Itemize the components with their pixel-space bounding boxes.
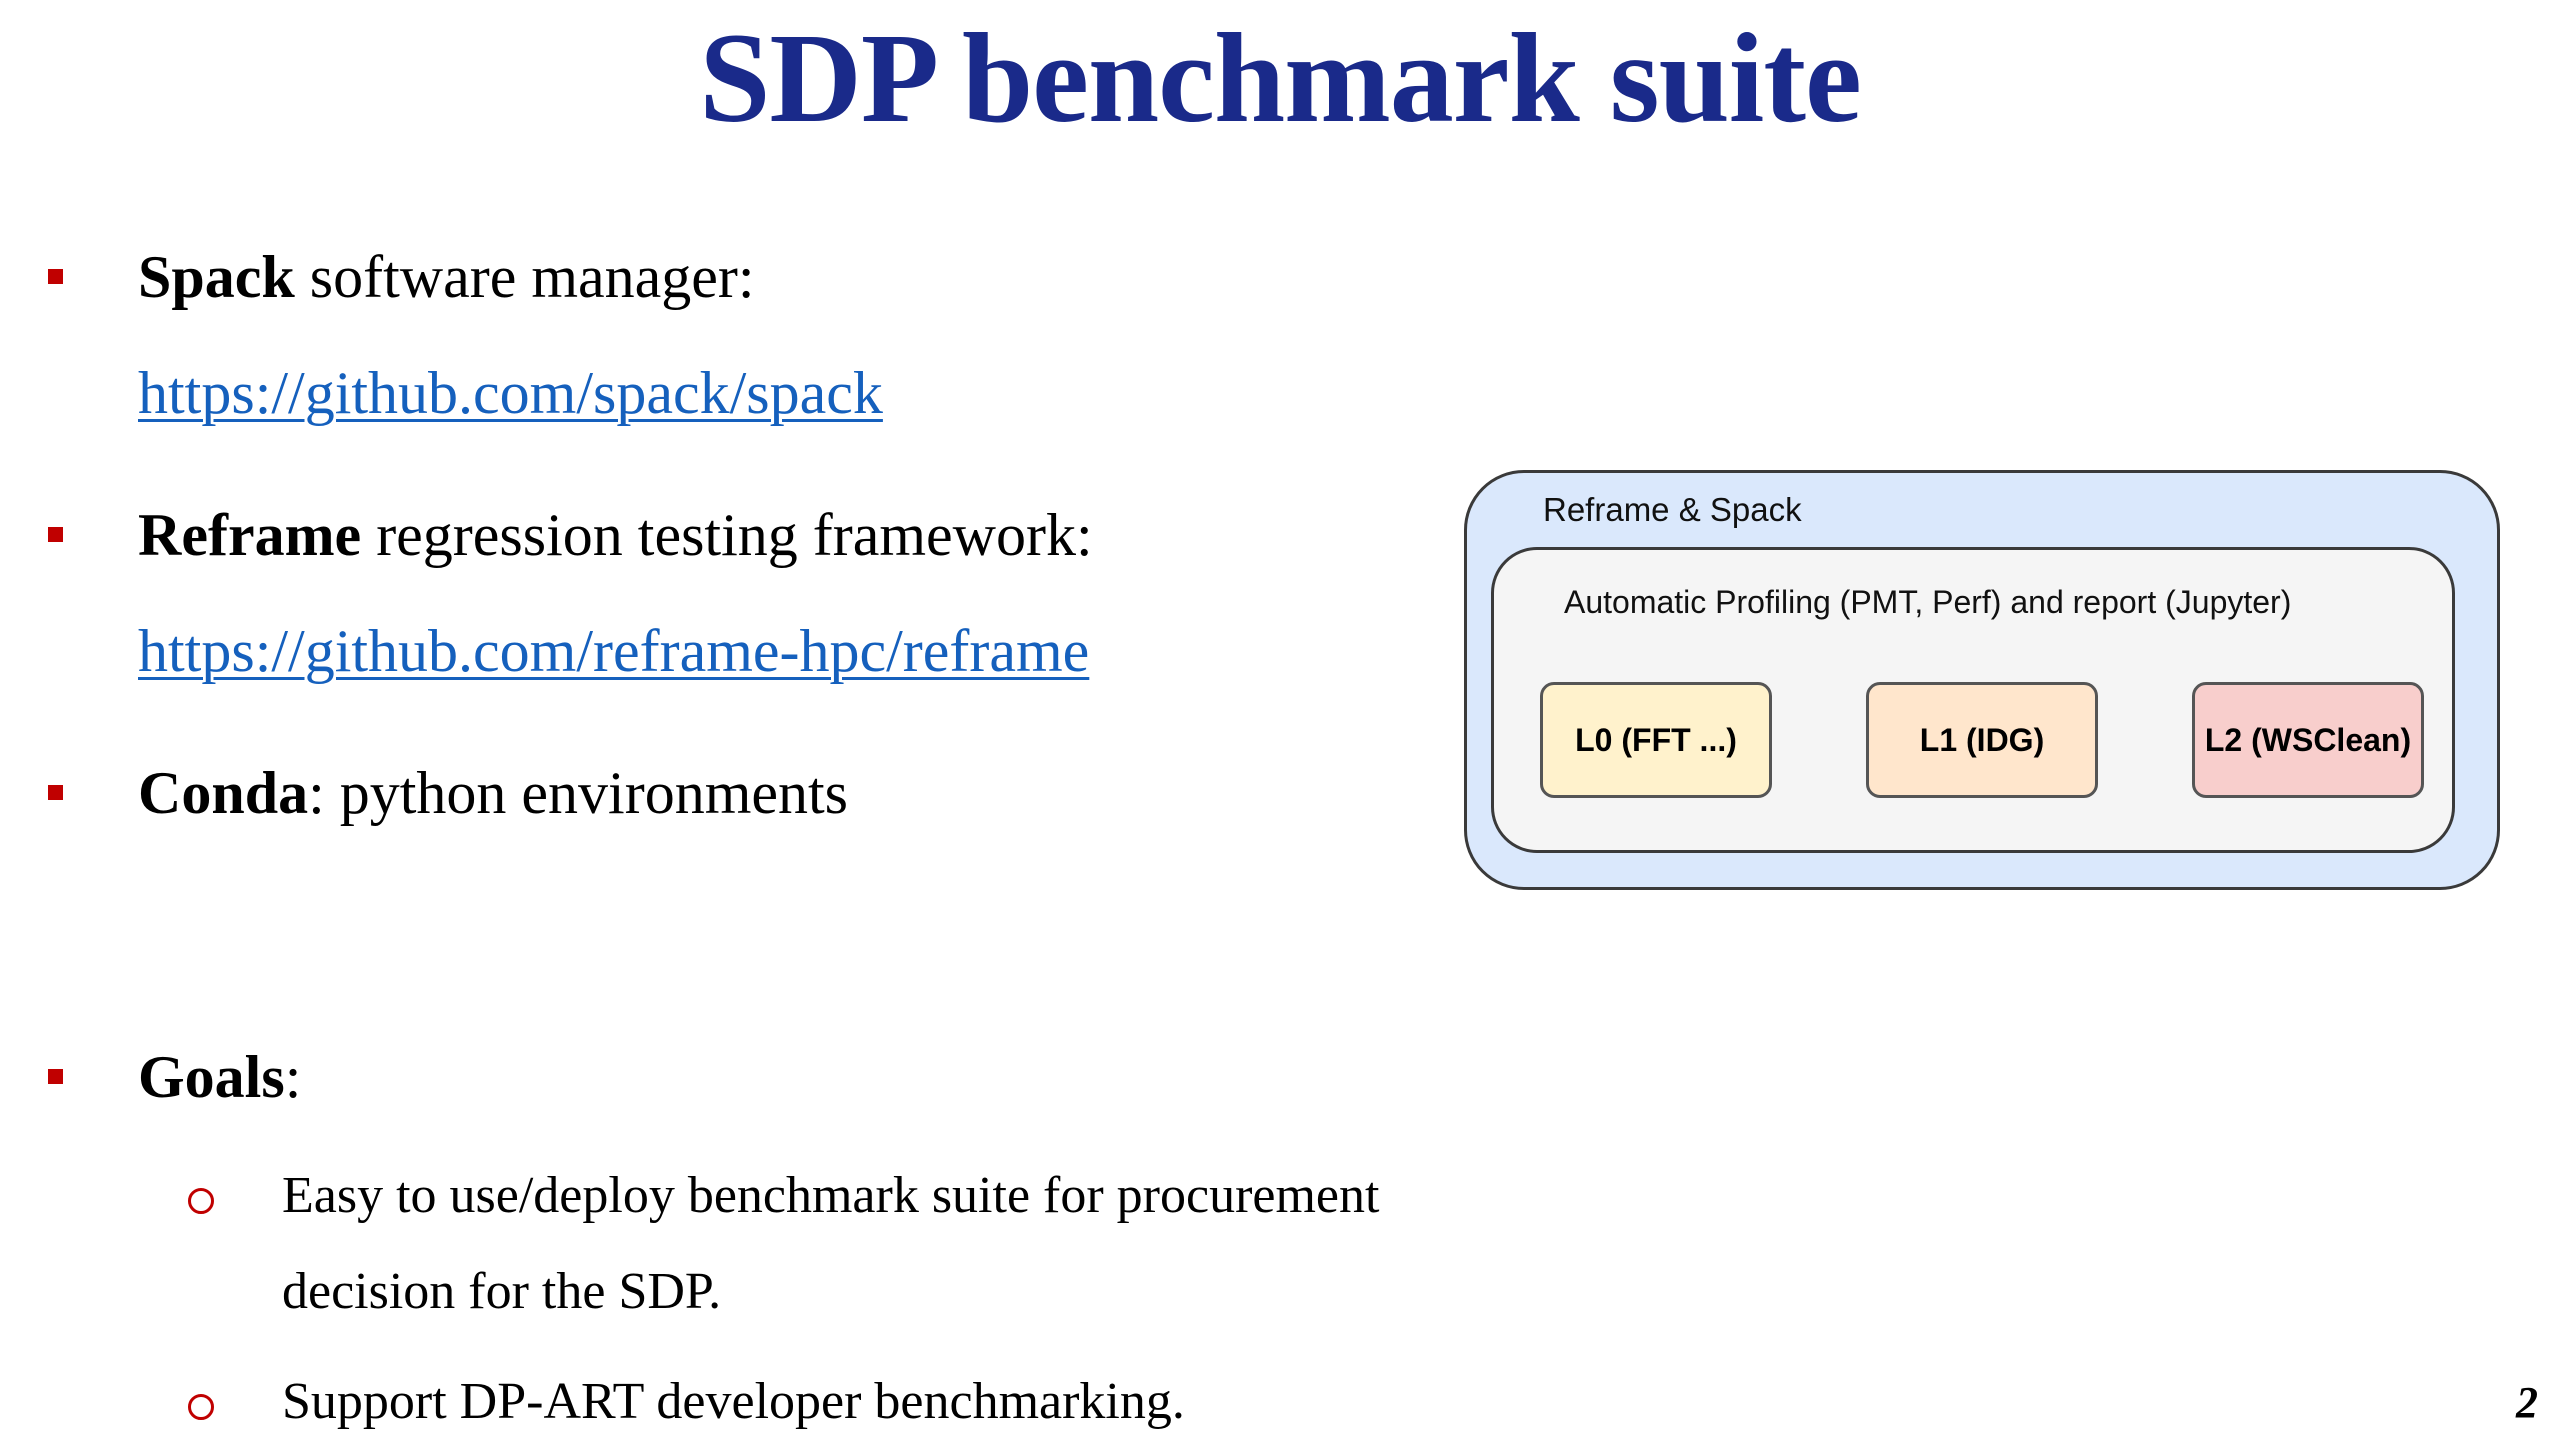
bullet-spack-bold: Spack — [138, 244, 295, 310]
level-2-box: L2 (WSClean) — [2192, 682, 2424, 798]
bullet-spack-text: software manager: — [294, 244, 755, 310]
spack-link[interactable]: https://github.com/spack/spack — [138, 358, 883, 428]
bullet-spack: Spack software manager: — [138, 242, 755, 312]
profiling-container: Automatic Profiling (PMT, Perf) and repo… — [1491, 547, 2455, 853]
sub-bullet-marker — [188, 1394, 214, 1420]
slide-title: SDP benchmark suite — [699, 7, 1862, 149]
bullet-reframe-bold: Reframe — [138, 502, 362, 568]
bullet-goals: Goals: — [138, 1042, 301, 1112]
profiling-label: Automatic Profiling (PMT, Perf) and repo… — [1564, 584, 2292, 620]
bullet-conda-bold: Conda — [138, 760, 309, 826]
bullet-marker — [48, 785, 63, 800]
reframe-spack-label: Reframe & Spack — [1543, 491, 1802, 528]
goal-2-line-1: Support DP-ART developer benchmarking. — [282, 1373, 1185, 1430]
bullet-marker — [48, 527, 63, 542]
bullet-goals-bold: Goals — [138, 1044, 285, 1110]
reframe-link[interactable]: https://github.com/reframe-hpc/reframe — [138, 616, 1089, 686]
bullet-marker — [48, 269, 63, 284]
page-number: 2 — [2516, 1378, 2538, 1427]
bullet-reframe-text: regression testing framework: — [361, 502, 1093, 568]
level-0-box: L0 (FFT ...) — [1540, 682, 1772, 798]
bullet-marker — [48, 1069, 63, 1084]
reframe-spack-container: Reframe & Spack Automatic Profiling (PMT… — [1464, 470, 2500, 890]
goal-1-line-1: Easy to use/deploy benchmark suite for p… — [282, 1167, 1380, 1224]
goal-1-line-2: decision for the SDP. — [282, 1263, 722, 1320]
bullet-conda-text: : python environments — [308, 760, 849, 826]
bullet-conda: Conda: python environments — [138, 758, 848, 828]
bullet-reframe: Reframe regression testing framework: — [138, 500, 1093, 570]
sub-bullet-marker — [188, 1188, 214, 1214]
bullet-goals-text: : — [284, 1044, 302, 1110]
level-1-box: L1 (IDG) — [1866, 682, 2098, 798]
